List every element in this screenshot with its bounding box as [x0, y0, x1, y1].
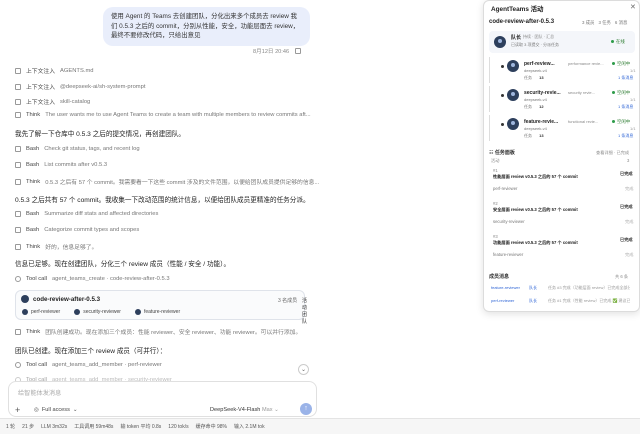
assistant-message: 我先了解一下仓库中 0.5.3 之后的提交情况，再创建团队。 [15, 131, 185, 138]
context-injection-row[interactable]: 上下文注入 @deepseek-ai/sh-system-prompt [15, 82, 145, 91]
member-avatar-icon [507, 89, 519, 101]
document-icon [15, 83, 21, 90]
context-injection-row[interactable]: 上下文注入 AGENTS.md [15, 66, 94, 75]
member-avatar-icon [507, 60, 519, 72]
member-avatar-icon [22, 309, 28, 315]
bash-row[interactable]: Bash Check git status, tags, and recent l… [15, 146, 140, 152]
access-selector[interactable]: ◎ Full access ⌄ [34, 407, 78, 413]
task-panel-header: ☷ 任务面板 [489, 150, 515, 156]
tool-call-row[interactable]: Tool call agent_teams_create · code-revie… [15, 276, 170, 282]
task-item[interactable]: #1 性能层面 review v0.5.3 之后的 57 个 commit 已完… [489, 168, 635, 194]
context-injection-row[interactable]: 上下文注入 skill-catalog [15, 97, 90, 106]
message-time: 8月12日 20:46 [253, 49, 290, 55]
chevron-down-icon: ⌄ [72, 407, 78, 413]
shield-icon: ◎ [34, 407, 39, 413]
lead-name: 队长 [511, 35, 522, 41]
member-card[interactable]: feature-revie... functional revie... 空闲中… [489, 115, 636, 141]
tool-icon [15, 276, 21, 282]
think-row[interactable]: Think 好的，信息足够了。 [15, 242, 97, 251]
send-button[interactable]: ↑ [300, 403, 312, 415]
think-icon [15, 328, 21, 335]
bash-row[interactable]: Bash Summarize diff stats and affected di… [15, 211, 158, 217]
status-item: 21 步 [22, 424, 35, 430]
status-item: 输 token 平均 0.8s [120, 424, 162, 430]
member-messages-link[interactable]: 1 条消息 [618, 75, 633, 81]
panel-title: AgentTeams 活动 [491, 6, 544, 13]
think-row[interactable]: Think The user wants me to use Agent Team… [15, 112, 311, 118]
terminal-icon [15, 211, 21, 217]
status-item: 120 tok/s [168, 423, 189, 430]
think-icon [15, 112, 21, 118]
task-item[interactable]: #2 安全层面 review v0.5.3 之后的 57 个 commit 已完… [489, 201, 635, 227]
message-input[interactable]: 给智能体发消息 [18, 388, 61, 397]
team-card-title: code-review-after-0.5.3 [33, 296, 101, 303]
status-item: 输入 2.1M tok [234, 424, 265, 430]
add-icon[interactable]: + [15, 405, 20, 415]
think-icon [15, 178, 21, 185]
status-bar: 1 轮 21 步 LLM 3m32s 工具调用 59m48s 输 token 平… [0, 418, 640, 434]
lead-tabs: 持续 · 团队 · 汇总 [523, 34, 555, 39]
member-avatar-icon [507, 118, 519, 130]
chevron-down-icon: ⌄ [274, 407, 279, 413]
panel-team-name: code-review-after-0.5.3 [489, 19, 555, 25]
tool-icon [15, 362, 21, 368]
status-item: 工具调用 59m48s [74, 424, 114, 430]
terminal-icon [15, 227, 21, 233]
lead-avatar-icon [494, 36, 506, 48]
think-row[interactable]: Think 团队创建成功。现在添加三个成员：性能 reviewer、安全 revi… [15, 327, 301, 336]
member-messages-header: 成员消息 [489, 274, 510, 280]
team-lead-card[interactable]: 队长 持续 · 团队 · 汇总 已读取 3 项提交 · 分派任务 在线 [489, 31, 635, 53]
member-messages-link[interactable]: 1 条消息 [618, 133, 633, 139]
task-item[interactable]: #3 功能层面 review v0.5.3 之后的 57 个 commit 已完… [489, 234, 635, 260]
document-icon [15, 67, 21, 74]
tool-call-row[interactable]: Tool call agent_teams_add_member · perf-r… [15, 362, 162, 368]
status-item: LLM 3m32s [41, 423, 68, 430]
team-card-count: 3 名成员 [278, 298, 298, 304]
team-member-chip: feature-reviewer [134, 309, 180, 315]
copy-icon[interactable] [295, 48, 302, 54]
assistant-message: 信息已足够。现在创建团队，分化三个 review 成员（性能 / 安全 / 功能… [15, 261, 231, 268]
message-meta: 8月12日 20:46 [253, 47, 302, 55]
agent-teams-panel: AgentTeams 活动 ✕ code-review-after-0.5.3 … [483, 0, 640, 312]
status-item: 缓存命中 98% [195, 424, 227, 430]
member-message[interactable]: feature-reviewer 队长 任务 #3 完成（功能层面 review… [489, 285, 635, 293]
close-icon[interactable]: ✕ [630, 3, 636, 11]
member-avatar-icon [134, 309, 141, 315]
lead-status: 在线 [611, 39, 625, 45]
assistant-message: 团队已创建。现在添加三个 review 成员（可并行）： [15, 348, 167, 355]
message-composer[interactable]: 给智能体发消息 + ◎ Full access ⌄ DeepSeek-V4-Flas… [8, 381, 317, 417]
member-avatar-icon [74, 309, 81, 315]
member-messages-link[interactable]: 1 条消息 [618, 104, 633, 110]
model-selector[interactable]: DeepSeek-V4-Flash Max ⌄ [210, 407, 279, 413]
panel-stats: 3 成员 3 任务 6 消息 [582, 20, 628, 25]
team-avatar-icon [21, 295, 29, 303]
member-card[interactable]: security-revie... security revie... 空闲中 … [489, 86, 636, 112]
terminal-icon [15, 146, 21, 152]
member-message[interactable]: perf-reviewer 队长 任务 #1 完成（性能 review）已完成 … [489, 298, 635, 306]
team-member-chip: security-reviewer [74, 309, 121, 315]
team-card-members: perf-reviewer security-reviewer feature-… [22, 309, 180, 315]
task-panel-actions[interactable]: 查看详细 · 已完成 [596, 150, 629, 156]
member-card[interactable]: perf-review... performance revie... 空闲中 … [489, 57, 636, 83]
lead-desc: 已读取 3 项提交 · 分派任务 [511, 42, 560, 47]
assistant-message: 0.5.3 之后共有 57 个 commit。我收集一下改动范围的统计信息，以便… [15, 197, 310, 204]
team-card-status: 活动团队 [302, 298, 308, 325]
bash-row[interactable]: Bash List commits after v0.5.3 [15, 162, 107, 168]
document-icon [15, 98, 21, 105]
think-row[interactable]: Think 0.5.3 之后有 57 个 commit。我需要看一下这些 comm… [15, 177, 319, 186]
status-item: 1 轮 [6, 424, 16, 430]
user-message: 使用 Agent 的 Teams 去创建团队，分化出来多个成员去 review … [103, 7, 310, 46]
bash-row[interactable]: Bash Categorize commit types and scopes [15, 227, 139, 233]
think-icon [15, 243, 21, 250]
team-member-chip: perf-reviewer [22, 309, 60, 315]
terminal-icon [15, 162, 21, 168]
team-card[interactable]: code-review-after-0.5.3 3 名成员 活动团队 perf-… [15, 290, 307, 325]
scroll-down-button[interactable]: ⌄ [298, 364, 309, 375]
